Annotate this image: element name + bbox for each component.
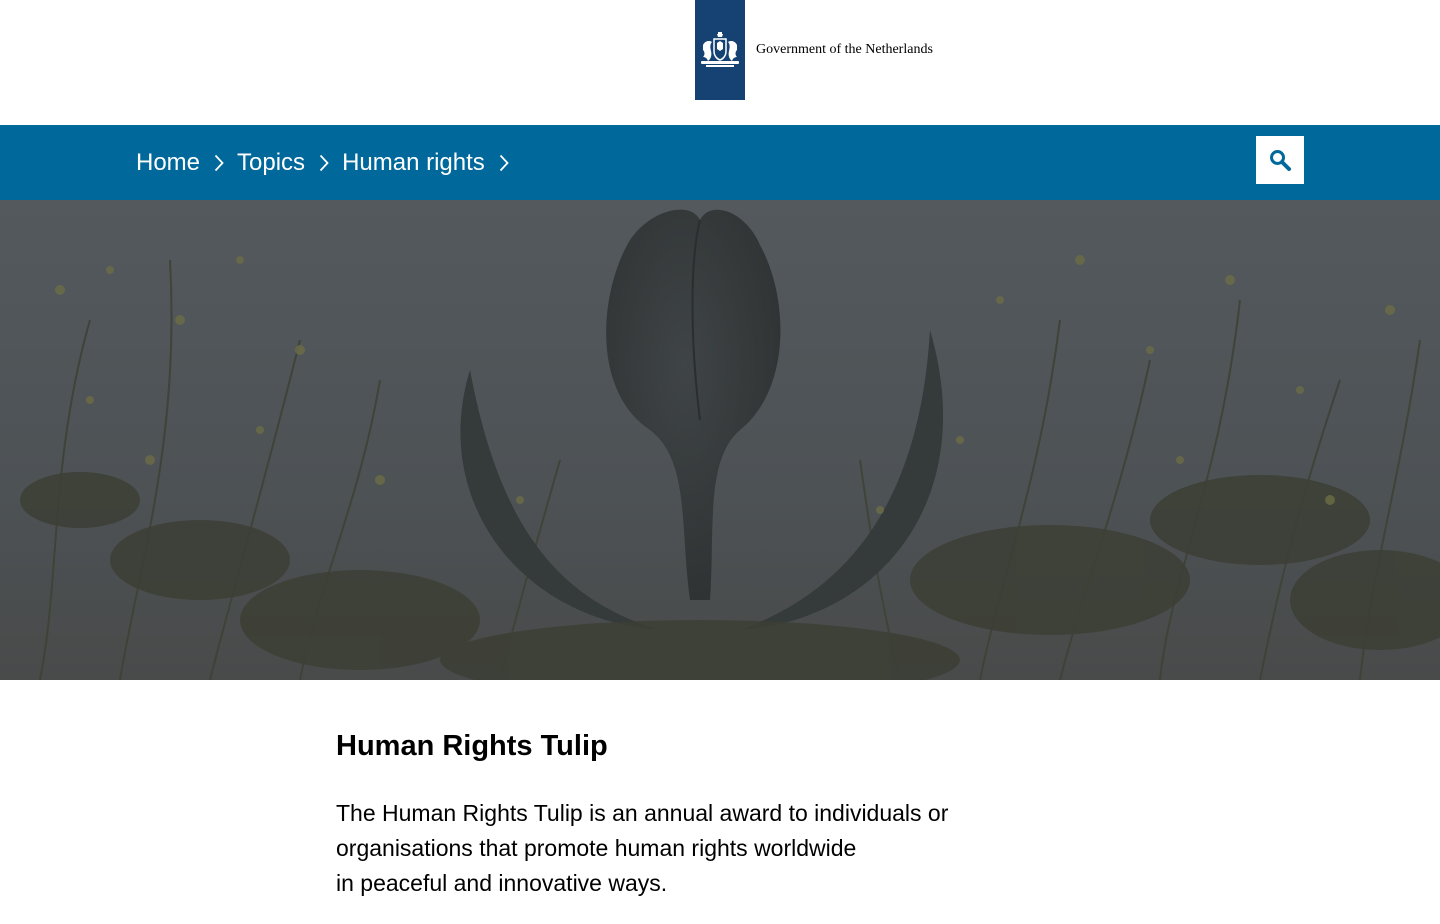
breadcrumb-label: Topics bbox=[237, 148, 306, 176]
breadcrumb-home[interactable]: Home bbox=[136, 149, 237, 177]
search-icon bbox=[1270, 150, 1291, 171]
hero-image bbox=[0, 200, 1440, 680]
intro-text: The Human Rights Tulip is an annual awar… bbox=[336, 796, 1016, 901]
search-button[interactable] bbox=[1256, 136, 1304, 184]
chevron-right-icon bbox=[214, 154, 224, 172]
logo-text: Government of the Netherlands bbox=[756, 42, 933, 57]
breadcrumb: Home Topics Human rights bbox=[136, 125, 522, 200]
intro-line: in peaceful and innovative ways. bbox=[336, 870, 668, 896]
chevron-right-icon bbox=[499, 154, 509, 172]
logo-link[interactable]: Government of the Netherlands bbox=[695, 0, 933, 100]
breadcrumb-label: Home bbox=[136, 148, 201, 176]
coat-of-arms-icon bbox=[701, 32, 739, 67]
tulip-sculpture-image bbox=[0, 200, 1440, 680]
page-title: Human Rights Tulip bbox=[336, 730, 608, 762]
breadcrumb-human-rights[interactable]: Human rights bbox=[342, 149, 522, 177]
article-content: Human Rights Tulip The Human Rights Tuli… bbox=[336, 700, 1016, 924]
logo-ribbon bbox=[695, 0, 745, 100]
breadcrumb-topics[interactable]: Topics bbox=[237, 149, 342, 177]
chevron-right-icon bbox=[319, 154, 329, 172]
site-header: Government of the Netherlands bbox=[0, 0, 1440, 125]
intro-line: organisations that promote human rights … bbox=[336, 835, 857, 861]
intro-line: The Human Rights Tulip is an annual awar… bbox=[336, 800, 949, 826]
breadcrumb-label: Human rights bbox=[342, 148, 485, 176]
main-navbar: Home Topics Human rights bbox=[0, 125, 1440, 200]
